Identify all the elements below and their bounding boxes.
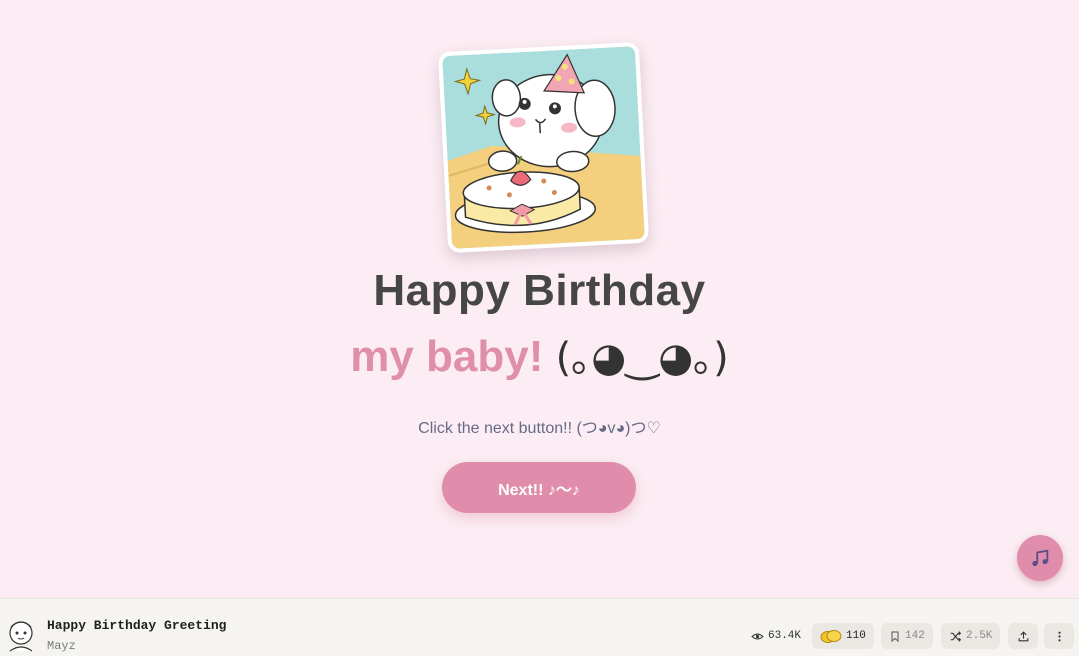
subtitle-pink-text: my baby! <box>350 332 544 381</box>
eye-icon <box>751 633 764 639</box>
upload-icon <box>1018 630 1028 641</box>
birthday-dog-image <box>437 41 650 254</box>
bookmark-icon <box>891 631 899 642</box>
subtitle-kaomoji: (｡◕‿◕｡) <box>555 335 729 381</box>
greeting-stage: Happy Birthday my baby! (｡◕‿◕｡) Click th… <box>0 0 1079 598</box>
hint-text: Click the next button!! (つ◕v◕)つ♡ <box>418 420 661 437</box>
page-title: Happy Birthday <box>373 266 706 315</box>
bookmark-button[interactable]: 142 <box>881 623 933 649</box>
music-note-icon <box>1032 549 1049 567</box>
footer-bar: Happy Birthday Greeting Mayz 63.4K 110 1… <box>0 598 1079 656</box>
views-stat: 63.4K <box>751 623 801 649</box>
coin-icon <box>820 629 842 643</box>
dog-with-cake-illustration <box>442 46 645 249</box>
shuffle-icon <box>950 630 962 642</box>
footer-title[interactable]: Happy Birthday Greeting <box>47 618 226 633</box>
bookmarks-count: 142 <box>905 630 925 642</box>
more-vertical-icon <box>1057 631 1061 641</box>
music-toggle-button[interactable] <box>1017 535 1063 581</box>
subtitle: my baby! (｡◕‿◕｡) <box>0 329 1079 386</box>
remix-button[interactable]: 2.5K <box>941 623 1001 649</box>
remixes-count: 2.5K <box>966 630 993 642</box>
footer-author[interactable]: Mayz <box>47 639 76 653</box>
next-button[interactable]: Next!! ♪〜♪ <box>442 462 636 513</box>
more-options-button[interactable] <box>1044 623 1074 649</box>
share-button[interactable] <box>1008 623 1038 649</box>
views-count: 63.4K <box>768 630 802 642</box>
avatar[interactable] <box>5 617 37 653</box>
coins-button[interactable]: 110 <box>812 623 874 649</box>
coins-count: 110 <box>846 630 866 642</box>
